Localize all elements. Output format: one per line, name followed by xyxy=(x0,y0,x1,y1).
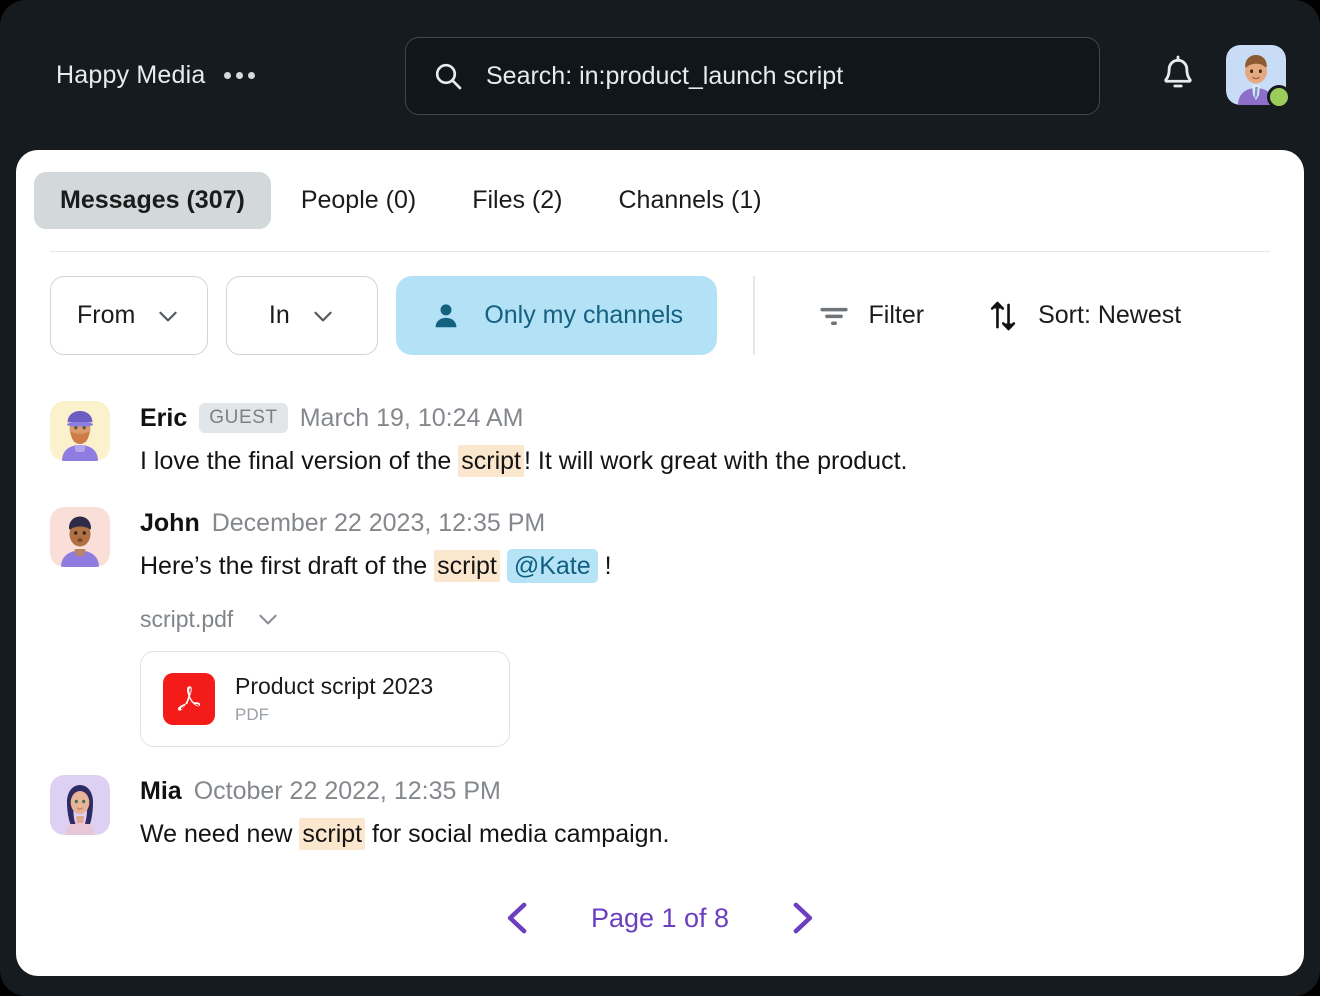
mia-avatar-image xyxy=(50,774,110,835)
message-text-before: We need new xyxy=(140,819,300,848)
attachment-type: PDF xyxy=(235,704,269,724)
results-panel: Messages (307) People (0) Files (2) Chan… xyxy=(16,150,1304,976)
search-bar[interactable]: Search: in:product_launch script xyxy=(405,37,1100,115)
message-header: Eric GUEST March 19, 10:24 AM xyxy=(140,403,1270,433)
chevron-right-icon[interactable] xyxy=(781,897,823,939)
sort-arrows-icon xyxy=(990,301,1016,330)
john-avatar-image xyxy=(50,506,110,567)
message-results-list: Eric GUEST March 19, 10:24 AM I love the… xyxy=(16,355,1304,851)
tab-files[interactable]: Files (2) xyxy=(446,172,588,229)
message-text-after: ! xyxy=(604,551,612,580)
from-filter-dropdown[interactable]: From xyxy=(50,276,209,355)
results-tabs: Messages (307) People (0) Files (2) Chan… xyxy=(16,150,1304,229)
from-filter-label: From xyxy=(77,301,136,329)
only-my-channels-label: Only my channels xyxy=(484,301,684,329)
message-text-before: I love the final version of the xyxy=(140,447,459,475)
top-bar-actions xyxy=(1158,0,1291,150)
message-header: John December 22 2023, 12:35 PM xyxy=(140,509,1270,538)
filter-toolbar: From In Only my channels Filter Sort: Ne… xyxy=(16,252,1304,355)
chevron-down-icon xyxy=(259,614,277,625)
app-window: Happy Media Search: in:product_launch sc… xyxy=(0,0,1320,996)
message-text-before: Here’s the first draft of the xyxy=(140,551,435,580)
in-filter-label: In xyxy=(268,301,290,329)
workspace-title: Happy Media xyxy=(56,60,206,89)
search-term-highlight: script xyxy=(434,549,500,582)
status-badge: GUEST xyxy=(199,403,288,433)
message-item[interactable]: Eric GUEST March 19, 10:24 AM I love the… xyxy=(16,401,1304,479)
message-text: I love the final version of the script! … xyxy=(140,445,1270,479)
attachment-toggle[interactable]: script.pdf xyxy=(140,606,1270,633)
tab-messages[interactable]: Messages (307) xyxy=(34,172,271,229)
filter-icon xyxy=(819,307,848,325)
filter-button[interactable]: Filter xyxy=(817,301,925,331)
avatar xyxy=(50,506,110,567)
attachment-info: Product script 2023 PDF xyxy=(235,672,433,725)
chevron-down-icon xyxy=(159,311,177,321)
bell-icon[interactable] xyxy=(1158,54,1198,96)
filter-label: Filter xyxy=(868,301,925,329)
more-horizontal-icon[interactable] xyxy=(223,71,255,79)
message-timestamp: December 22 2023, 12:35 PM xyxy=(211,508,546,537)
message-item[interactable]: John December 22 2023, 12:35 PM Here’s t… xyxy=(16,506,1304,747)
message-author: John xyxy=(140,508,200,537)
pdf-icon xyxy=(163,672,215,725)
message-body: Eric GUEST March 19, 10:24 AM I love the… xyxy=(140,401,1270,479)
top-bar: Happy Media Search: in:product_launch sc… xyxy=(0,0,1320,150)
chevron-down-icon xyxy=(314,311,332,321)
message-body: John December 22 2023, 12:35 PM Here’s t… xyxy=(140,507,1270,747)
attachment-card[interactable]: Product script 2023 PDF xyxy=(140,650,510,747)
attachment-title: Product script 2023 xyxy=(235,673,434,700)
page-indicator: Page 1 of 8 xyxy=(590,902,730,933)
toolbar-divider xyxy=(753,276,755,355)
message-header: Mia October 22 2022, 12:35 PM xyxy=(140,777,1270,806)
message-timestamp: March 19, 10:24 AM xyxy=(299,403,524,432)
pagination: Page 1 of 8 xyxy=(16,897,1304,939)
sort-button[interactable]: Sort: Newest xyxy=(986,298,1181,334)
status-indicator-online xyxy=(1267,85,1291,109)
sort-label: Sort: Newest xyxy=(1038,301,1182,329)
search-icon xyxy=(435,63,462,90)
message-text: Here’s the first draft of the script @Ka… xyxy=(140,548,1270,584)
search-input[interactable]: Search: in:product_launch script xyxy=(405,37,1100,115)
message-text-after: for social media campaign. xyxy=(365,819,670,848)
tab-channels[interactable]: Channels (1) xyxy=(592,172,787,229)
search-query-text: Search: in:product_launch script xyxy=(486,61,844,90)
eric-avatar-image xyxy=(50,401,110,461)
message-body: Mia October 22 2022, 12:35 PM We need ne… xyxy=(140,775,1270,852)
message-author: Eric xyxy=(140,403,188,432)
chevron-left-icon[interactable] xyxy=(497,897,539,939)
avatar[interactable] xyxy=(1226,45,1291,109)
person-icon xyxy=(435,303,457,327)
brand: Happy Media xyxy=(56,61,255,90)
user-mention[interactable]: @Kate xyxy=(506,548,598,583)
attachment-filename: script.pdf xyxy=(140,605,234,632)
search-term-highlight: script xyxy=(458,445,524,477)
avatar xyxy=(50,774,110,835)
avatar xyxy=(50,401,110,461)
tab-people[interactable]: People (0) xyxy=(275,172,442,229)
only-my-channels-toggle[interactable]: Only my channels xyxy=(396,276,718,355)
message-author: Mia xyxy=(140,776,182,805)
in-filter-dropdown[interactable]: In xyxy=(226,276,379,355)
search-term-highlight: script xyxy=(299,817,366,850)
message-item[interactable]: Mia October 22 2022, 12:35 PM We need ne… xyxy=(16,774,1304,852)
message-text-after: ! It will work great with the product. xyxy=(523,447,908,475)
message-text: We need new script for social media camp… xyxy=(140,817,1270,852)
message-timestamp: October 22 2022, 12:35 PM xyxy=(193,776,501,805)
